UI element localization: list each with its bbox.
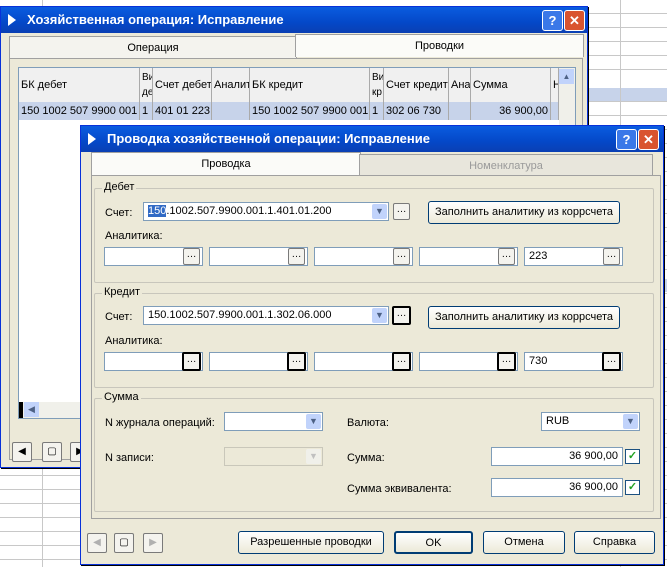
credit-analytics-label: Аналитика: — [105, 335, 163, 347]
col-header[interactable]: Счет дебет — [153, 68, 212, 102]
col-header[interactable]: Аналит — [212, 68, 250, 102]
col-header[interactable]: Н — [551, 68, 559, 102]
chevron-down-icon[interactable]: ▼ — [372, 204, 387, 219]
background-window-title: Хозяйственная операция: Исправление — [27, 12, 284, 27]
credit-account-browse-button[interactable]: … — [392, 306, 411, 325]
nav-next-icon[interactable]: ▶ — [143, 533, 163, 553]
amount-field[interactable]: 36 900,00 — [491, 447, 623, 466]
debit-group-label: Дебет — [102, 181, 137, 193]
credit-account-value: 150.1002.507.9900.001.1.302.06.000 — [148, 309, 332, 321]
tab-nomenclature[interactable]: Номенклатура — [359, 154, 653, 177]
credit-fill-analytics-button[interactable]: Заполнить аналитику из коррсчета — [428, 306, 620, 329]
debit-account-browse-button[interactable]: … — [393, 203, 410, 220]
debit-analytics-browse-5[interactable]: … — [603, 248, 620, 265]
ok-button[interactable]: OK — [394, 531, 473, 554]
cell-debit-account: 401 01 223 — [153, 102, 212, 120]
cell-debit-analytics — [212, 102, 250, 120]
help-button[interactable]: Справка — [574, 531, 655, 554]
credit-account-label: Счет: — [105, 311, 133, 323]
cell-credit-analytics — [449, 102, 471, 120]
debit-account-selected: 150 — [148, 205, 167, 217]
col-header[interactable]: Счет кредит — [384, 68, 449, 102]
tab-entries[interactable]: Проводки — [295, 34, 584, 57]
dialog-titlebar: Проводка хозяйственной операции: Исправл… — [81, 126, 663, 152]
journal-number-select[interactable]: ▼ — [224, 412, 323, 431]
background-window-titlebar: Хозяйственная операция: Исправление — [1, 7, 587, 33]
close-icon[interactable]: ✕ — [564, 10, 585, 31]
credit-analytics-browse-4[interactable]: … — [497, 352, 516, 371]
new-entry-icon[interactable]: ▢ — [114, 533, 134, 553]
entry-dialog: Проводка хозяйственной операции: Исправл… — [80, 125, 664, 565]
tab-entry[interactable]: Проводка — [91, 152, 361, 175]
col-header[interactable]: Ана — [449, 68, 471, 102]
col-header[interactable]: Ви кр — [370, 68, 384, 102]
credit-analytics-browse-2[interactable]: … — [287, 352, 306, 371]
table-row[interactable]: 150 1002 507 9900 001 1 401 01 223 150 1… — [19, 102, 559, 120]
nav-prev-icon[interactable]: ◀ — [87, 533, 107, 553]
col-header[interactable]: Ви де — [140, 68, 153, 102]
chevron-down-icon[interactable]: ▼ — [306, 449, 321, 464]
credit-analytics-browse-1[interactable]: … — [182, 352, 201, 371]
entry-panel: Дебет Счет: 150.1002.507.9900.001.1.401.… — [91, 175, 661, 519]
debit-account-select[interactable]: 150.1002.507.9900.001.1.401.01.200 ▼ — [143, 202, 389, 221]
debit-analytics-browse-1[interactable]: … — [183, 248, 200, 265]
allowed-entries-button[interactable]: Разрешенные проводки — [238, 531, 384, 554]
debit-analytics-browse-4[interactable]: … — [498, 248, 515, 265]
equiv-amount-check-icon[interactable]: ✓ — [625, 480, 640, 495]
cell-credit-type: 1 — [370, 102, 384, 120]
col-header[interactable]: Сумма — [471, 68, 551, 102]
currency-label: Валюта: — [347, 417, 389, 429]
cell-debit-bk: 150 1002 507 9900 001 — [19, 102, 140, 120]
window-icon — [8, 14, 16, 26]
cell-credit-bk: 150 1002 507 9900 001 — [250, 102, 370, 120]
dialog-title: Проводка хозяйственной операции: Исправл… — [107, 131, 430, 146]
spreadsheet-highlight — [586, 88, 667, 101]
credit-analytics-browse-3[interactable]: … — [392, 352, 411, 371]
debit-analytics-browse-2[interactable]: … — [288, 248, 305, 265]
amount-check-icon[interactable]: ✓ — [625, 449, 640, 464]
debit-analytics-browse-3[interactable]: … — [393, 248, 410, 265]
cell-amount: 36 900,00 — [471, 102, 551, 120]
amount-label: Сумма: — [347, 452, 385, 464]
col-header[interactable]: БК кредит — [250, 68, 370, 102]
cell-note — [551, 102, 559, 120]
col-header[interactable]: БК дебет — [19, 68, 140, 102]
currency-select[interactable]: RUB ▼ — [541, 412, 640, 431]
scroll-up-icon[interactable]: ▲ — [559, 69, 574, 84]
sum-group-label: Сумма — [102, 391, 141, 403]
tab-operation[interactable]: Операция — [9, 36, 297, 59]
credit-account-select[interactable]: 150.1002.507.9900.001.1.302.06.000 ▼ — [143, 306, 389, 325]
equiv-amount-field[interactable]: 36 900,00 — [491, 478, 623, 497]
new-doc-icon[interactable]: ▢ — [42, 442, 62, 462]
nav-prev-icon[interactable]: ◀ — [12, 442, 32, 462]
chevron-down-icon[interactable]: ▼ — [623, 414, 638, 429]
grid-hscrollbar[interactable]: ◀ — [19, 402, 89, 418]
grid-header: БК дебет Ви де Счет дебет Аналит БК кред… — [19, 68, 559, 103]
chevron-down-icon[interactable]: ▼ — [306, 414, 321, 429]
debit-fill-analytics-button[interactable]: Заполнить аналитику из коррсчета — [428, 201, 620, 224]
debit-account-rest: .1002.507.9900.001.1.401.01.200 — [166, 205, 332, 217]
record-number-label: N записи: — [105, 452, 154, 464]
scroll-left-icon[interactable]: ◀ — [24, 402, 39, 417]
record-number-select[interactable]: ▼ — [224, 447, 323, 466]
credit-analytics-browse-5[interactable]: … — [602, 352, 621, 371]
cell-credit-account: 302 06 730 — [384, 102, 449, 120]
window-icon — [88, 133, 96, 145]
debit-account-label: Счет: — [105, 207, 133, 219]
chevron-down-icon[interactable]: ▼ — [372, 308, 387, 323]
help-icon[interactable]: ? — [542, 10, 563, 31]
debit-analytics-label: Аналитика: — [105, 230, 163, 242]
credit-group-label: Кредит — [102, 286, 143, 298]
close-icon[interactable]: ✕ — [638, 129, 659, 150]
help-icon[interactable]: ? — [616, 129, 637, 150]
cancel-button[interactable]: Отмена — [483, 531, 565, 554]
cell-debit-type: 1 — [140, 102, 153, 120]
equiv-amount-label: Сумма эквивалента: — [347, 483, 452, 495]
journal-number-label: N журнала операций: — [105, 417, 215, 429]
currency-value: RUB — [546, 415, 570, 427]
